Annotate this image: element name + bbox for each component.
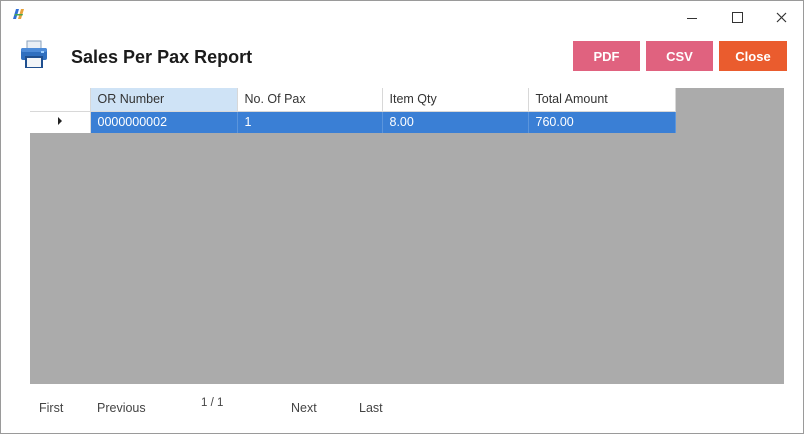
- close-icon: [776, 12, 786, 22]
- csv-button[interactable]: CSV: [646, 41, 713, 71]
- column-header-qty[interactable]: Item Qty: [382, 88, 529, 112]
- report-window: Sales Per Pax Report PDF CSV Close OR Nu…: [0, 0, 804, 434]
- last-page-button[interactable]: Last: [359, 401, 383, 415]
- minimize-button[interactable]: [672, 1, 712, 33]
- data-grid[interactable]: OR Number No. Of Pax Item Qty Total Amou…: [30, 88, 784, 384]
- cell-total[interactable]: 760.00: [528, 111, 676, 133]
- first-page-button[interactable]: First: [39, 401, 63, 415]
- window-close-button[interactable]: [761, 1, 801, 33]
- cell-pax[interactable]: 1: [237, 111, 383, 133]
- row-selector[interactable]: [30, 111, 91, 133]
- printer-icon: [21, 40, 47, 68]
- report-table: OR Number No. Of Pax Item Qty Total Amou…: [30, 88, 676, 133]
- previous-page-button[interactable]: Previous: [97, 401, 146, 415]
- pdf-button[interactable]: PDF: [573, 41, 640, 71]
- column-header-or-number[interactable]: OR Number: [90, 88, 238, 112]
- column-header-pax[interactable]: No. Of Pax: [237, 88, 383, 112]
- maximize-button[interactable]: [717, 1, 757, 33]
- app-logo-icon: [13, 9, 24, 19]
- title-bar: [1, 1, 803, 33]
- next-page-button[interactable]: Next: [291, 401, 317, 415]
- column-header-total[interactable]: Total Amount: [528, 88, 676, 112]
- minimize-icon: [687, 17, 697, 19]
- maximize-icon: [731, 11, 743, 23]
- page-indicator: 1 / 1: [201, 397, 224, 409]
- page-title: Sales Per Pax Report: [71, 47, 253, 67]
- cell-qty[interactable]: 8.00: [382, 111, 529, 133]
- cell-or-number[interactable]: 0000000002: [90, 111, 238, 133]
- close-button[interactable]: Close: [719, 41, 787, 71]
- table-row[interactable]: 0000000002 1 8.00 760.00: [30, 111, 676, 133]
- row-header-corner: [30, 88, 91, 112]
- header-row: OR Number No. Of Pax Item Qty Total Amou…: [30, 88, 676, 112]
- current-row-arrow-icon: [57, 117, 62, 126]
